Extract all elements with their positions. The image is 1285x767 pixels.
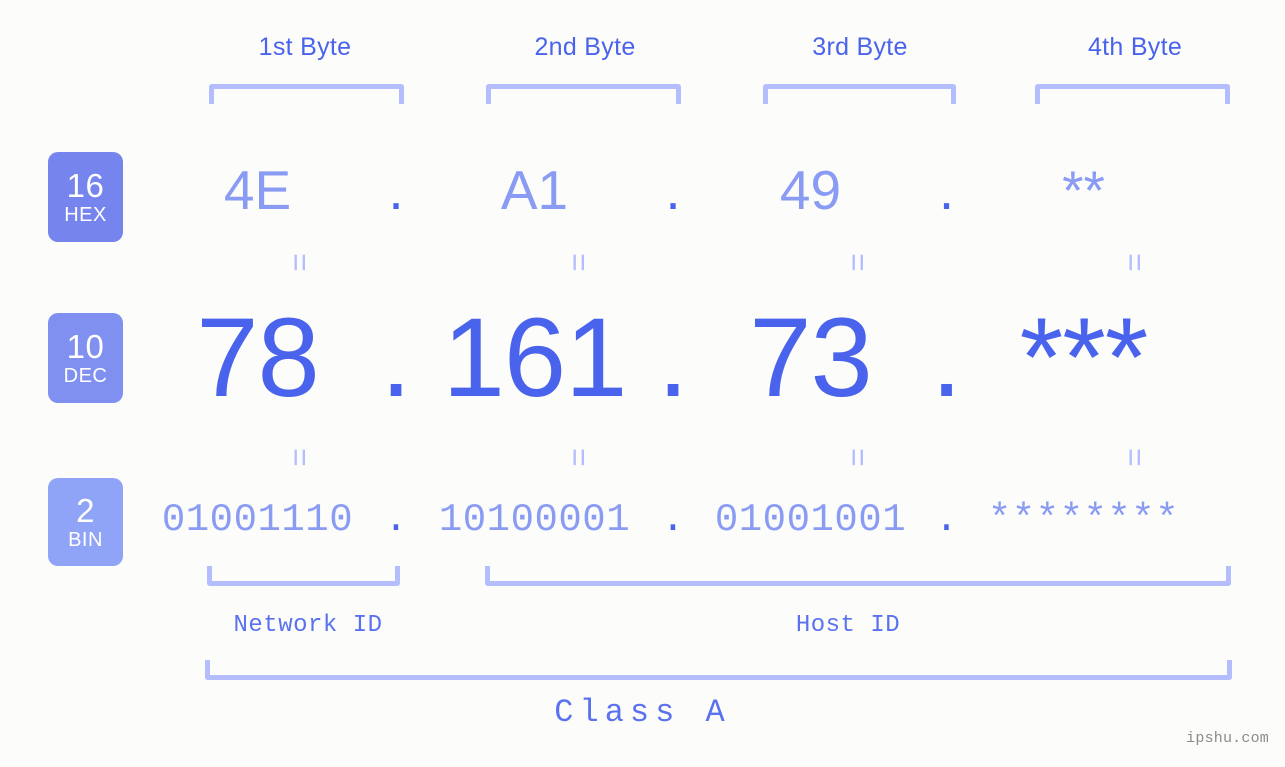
dec-byte-4: *** [1019,295,1149,420]
host-id-bracket [485,566,1231,586]
radix-badge-dec-unit: DEC [63,365,108,387]
dec-separator-3: . [930,295,963,420]
dec-separator-2: . [657,295,689,420]
equals-icon-decbin-3: = [840,448,876,467]
dec-byte-1: 78 [196,295,320,420]
byte-bracket-top-3 [763,84,956,104]
network-id-label: Network ID [233,612,383,639]
bin-value-row: 01001110 . 10100001 . 01001001 . *******… [160,490,1255,550]
radix-badge-hex-number: 16 [66,167,105,204]
dec-byte-2: 161 [442,295,628,420]
byte-header-2: 2nd Byte [534,33,636,61]
bin-separator-3: . [934,498,959,542]
byte-header-1: 1st Byte [258,33,352,61]
bin-byte-1: 01001110 [161,498,354,542]
bin-byte-3: 01001001 [714,498,907,542]
hex-byte-2: A1 [500,159,569,221]
ip-breakdown-diagram: 1st Byte 2nd Byte 3rd Byte 4th Byte 16 H… [0,0,1285,767]
bin-separator-1: . [384,498,408,542]
equals-icon-decbin-1: = [282,448,318,467]
equals-icon-hexdec-2: = [561,253,597,272]
watermark: ipshu.com [1186,730,1269,747]
hex-separator-2: . [665,159,681,221]
byte-header-3: 3rd Byte [812,33,908,61]
hex-separator-3: . [938,159,955,221]
hex-separator-1: . [388,159,404,221]
radix-badge-bin-unit: BIN [68,529,103,551]
bin-separator-2: . [661,498,685,542]
byte-header-4: 4th Byte [1087,33,1183,61]
dec-separator-1: . [380,295,412,420]
equals-icon-hexdec-3: = [840,253,876,272]
network-id-bracket [207,566,400,586]
byte-bracket-top-4 [1035,84,1230,104]
radix-badge-hex-unit: HEX [64,204,107,226]
byte-bracket-top-1 [209,84,404,104]
class-bracket [205,660,1232,680]
radix-badge-dec: 10 DEC [48,313,123,403]
hex-byte-4: ** [1062,159,1105,221]
radix-badge-dec-number: 10 [66,328,105,365]
hex-byte-3: 49 [779,159,842,221]
bin-byte-4: ******** [987,498,1180,542]
dec-value-row: 78 . 161 . 73 . *** [160,296,1255,420]
radix-badge-bin: 2 BIN [48,478,123,566]
host-id-label: Host ID [795,612,901,639]
class-label: Class A [554,694,731,731]
hex-value-row: 4E . A1 . 49 . ** [160,148,1255,232]
equals-icon-decbin-4: = [1117,448,1153,467]
radix-badge-bin-number: 2 [76,492,95,529]
equals-icon-hexdec-4: = [1117,253,1153,272]
bin-byte-2: 10100001 [438,498,631,542]
hex-byte-1: 4E [223,159,292,221]
dec-byte-3: 73 [749,295,873,420]
byte-bracket-top-2 [486,84,681,104]
radix-badge-hex: 16 HEX [48,152,123,242]
equals-icon-decbin-2: = [561,448,597,467]
equals-icon-hexdec-1: = [282,253,318,272]
